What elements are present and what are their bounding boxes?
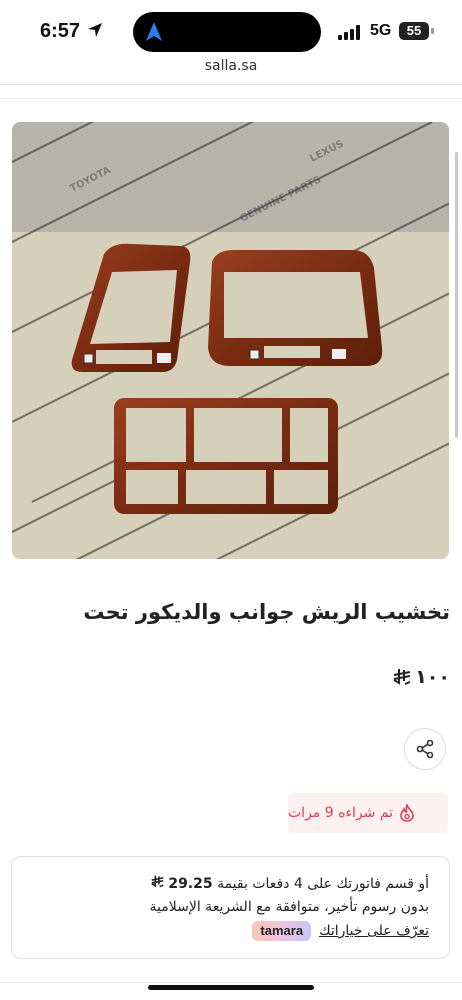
navigation-arrow-icon [146,22,162,41]
bottom-trim-piece [114,398,338,514]
divider [0,982,462,983]
product-image[interactable]: TOYOTA LEXUS GENUINE PARTS [12,122,449,559]
sold-count-text: تم شراءه 9 مرات [288,805,394,821]
clock: 6:57 [40,20,81,42]
product-title: تخشيب الريش جوانب والديكور تحت [83,600,450,624]
share-icon [416,739,434,759]
installments-line2: بدون رسوم تأخير، متوافقة مع الشريعة الإس… [149,899,429,915]
divider [0,98,462,99]
signal-icon [338,24,364,40]
dynamic-island [133,12,321,52]
learn-options-link[interactable]: تعرّف على خياراتك [319,923,429,939]
riyal-symbol-icon [393,669,411,685]
location-arrow-icon [88,23,102,37]
divider [0,84,462,85]
address-bar-url[interactable]: salla.sa [0,58,462,74]
fire-icon [400,804,414,822]
tamara-logo: tamara [252,921,312,941]
price-value: ١٠٠ [415,666,450,688]
status-bar: 6:57 5G 55 [0,0,462,58]
scrollbar[interactable] [455,152,458,438]
product-price: ١٠٠ [393,666,450,688]
installments-prefix: أو قسم فاتورتك على 4 دفعات بقيمة [217,876,429,892]
battery-cap [431,28,434,34]
battery-icon: 55 [399,22,429,40]
installments-box: أو قسم فاتورتك على 4 دفعات بقيمة 29.25 ب… [11,856,450,959]
home-indicator[interactable] [148,985,314,990]
sold-count-badge: تم شراءه 9 مرات [288,793,448,833]
share-button[interactable] [404,728,446,770]
installments-footer: تعرّف على خياراتك tamara [252,921,429,941]
installments-line1: أو قسم فاتورتك على 4 دفعات بقيمة 29.25 [151,875,429,892]
network-label: 5G [370,22,392,39]
riyal-symbol-icon [151,875,164,888]
right-trim-piece [208,250,383,366]
installment-amount: 29.25 [168,876,213,892]
